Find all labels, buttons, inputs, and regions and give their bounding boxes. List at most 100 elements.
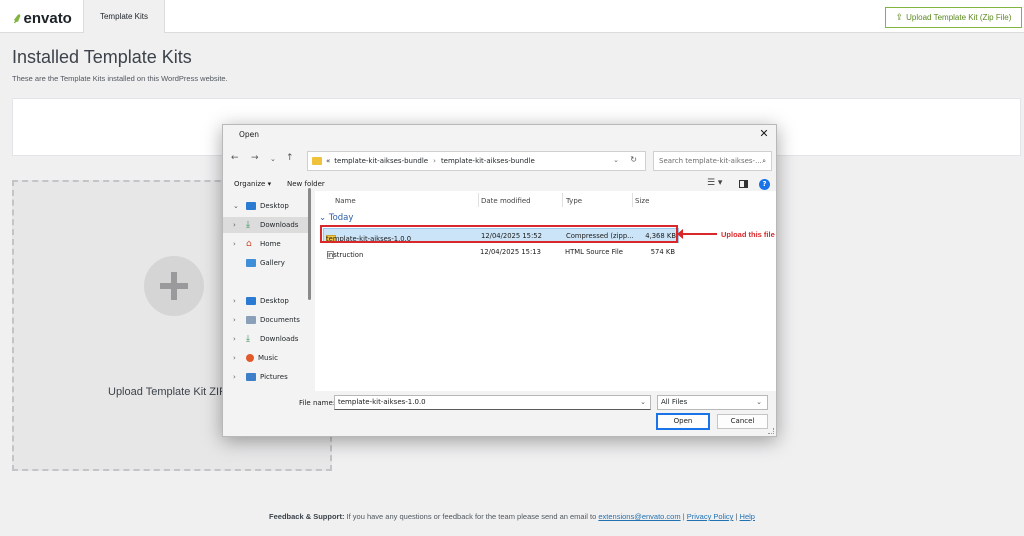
nav-item-desktop[interactable]: ⌄ Desktop [223, 198, 311, 214]
upload-icon: ⇪ [895, 12, 904, 22]
back-arrow-icon[interactable]: ← [231, 153, 239, 163]
annotation-label: Upload this file [721, 230, 775, 239]
nav-scrollbar[interactable] [308, 188, 311, 300]
cancel-button[interactable]: Cancel [717, 414, 768, 429]
nav-label: Desktop [260, 202, 289, 210]
help-icon[interactable]: ? [759, 179, 770, 190]
address-row: ← → ⌄ ↑ « template-kit-aikses-bundle › t… [223, 149, 776, 171]
chevron-down-icon[interactable]: ⌄ [640, 396, 646, 409]
arrow-left-icon [677, 229, 717, 239]
support-email-link[interactable]: extensions@envato.com [598, 512, 680, 521]
chevron-right-icon[interactable]: › [233, 373, 241, 381]
privacy-policy-link[interactable]: Privacy Policy [687, 512, 734, 521]
nav-label: Downloads [260, 221, 299, 229]
gallery-icon [246, 259, 256, 267]
search-icon: ⌕ [762, 157, 766, 165]
organize-label: Organize [234, 180, 266, 188]
logo-text: envato [23, 10, 72, 27]
pictures-icon [246, 373, 256, 381]
breadcrumb-chevron-icon: › [433, 157, 436, 165]
chevron-right-icon[interactable]: › [233, 354, 241, 362]
nav-item-desktop-pc[interactable]: › Desktop [223, 293, 311, 309]
nav-label: Documents [260, 316, 300, 324]
desktop-icon [246, 202, 256, 210]
chevron-down-icon[interactable]: ⌄ [756, 396, 762, 409]
column-header-size[interactable]: Size [635, 197, 649, 205]
chevron-right-icon[interactable]: › [233, 316, 241, 324]
chevron-right-icon[interactable]: › [233, 297, 241, 305]
nav-item-gallery[interactable]: Gallery [223, 255, 311, 271]
group-label: Today [328, 213, 354, 223]
desktop-icon [246, 297, 256, 305]
nav-item-downloads-pc[interactable]: › ⤓ Downloads [223, 331, 311, 347]
nav-label: Music [258, 354, 278, 362]
footer-text: If you have any questions or feedback fo… [344, 512, 599, 521]
nav-item-music[interactable]: › Music [223, 350, 311, 366]
footer-prefix: Feedback & Support: [269, 512, 345, 521]
chevron-down-icon[interactable]: ⌄ [233, 202, 241, 210]
documents-icon [246, 316, 256, 324]
up-arrow-icon[interactable]: ↑ [286, 153, 294, 163]
new-folder-button[interactable]: New folder [287, 180, 325, 188]
search-input[interactable]: Search template-kit-aikses-... ⌕ [653, 151, 772, 171]
path-overflow[interactable]: « [326, 157, 330, 165]
breadcrumb-segment[interactable]: template-kit-aikses-bundle [334, 157, 428, 165]
breadcrumb-segment[interactable]: template-kit-aikses-bundle [441, 157, 535, 165]
navigation-pane: ⌄ Desktop › ⤓ Downloads › ⌂ Home Gallery… [223, 195, 313, 390]
organize-menu[interactable]: Organize ▾ [234, 180, 271, 188]
column-header-name[interactable]: Name [335, 197, 356, 205]
nav-item-downloads[interactable]: › ⤓ Downloads [223, 217, 311, 233]
column-header-type[interactable]: Type [566, 197, 582, 205]
column-divider[interactable] [478, 193, 479, 207]
home-icon: ⌂ [246, 239, 252, 249]
page-title: Installed Template Kits [12, 47, 192, 67]
file-type-filter[interactable]: All Files ⌄ [657, 395, 768, 410]
filename-label: File name: [299, 399, 336, 407]
chevron-down-icon[interactable]: ⌄ [613, 156, 619, 164]
chevron-right-icon[interactable]: › [233, 335, 241, 343]
file-type: HTML Source File [565, 248, 623, 256]
recent-chevron-icon[interactable]: ⌄ [270, 155, 276, 163]
column-header-date[interactable]: Date modified [481, 197, 531, 205]
address-bar[interactable]: « template-kit-aikses-bundle › template-… [307, 151, 646, 171]
file-row-html[interactable]: instruction 12/04/2025 15:13 HTML Source… [323, 245, 679, 260]
file-size: 574 KB [650, 248, 675, 256]
column-divider[interactable] [632, 193, 633, 207]
nav-item-home[interactable]: › ⌂ Home [223, 236, 311, 252]
filter-value: All Files [661, 398, 688, 406]
nav-label: Pictures [260, 373, 288, 381]
column-divider[interactable] [562, 193, 563, 207]
envato-leaf-icon: ⸙ [12, 10, 23, 26]
music-icon [246, 354, 254, 362]
filename-value: template-kit-aikses-1.0.0 [338, 398, 426, 406]
group-header-today[interactable]: ⌄ Today [319, 213, 353, 223]
refresh-icon[interactable]: ↻ [630, 155, 637, 164]
nav-item-pictures[interactable]: › Pictures [223, 369, 311, 385]
page-description: These are the Template Kits installed on… [12, 74, 228, 83]
upload-button-label: Upload Template Kit (Zip File) [906, 13, 1012, 22]
nav-label: Downloads [260, 335, 299, 343]
chevron-right-icon[interactable]: › [233, 240, 241, 248]
help-link[interactable]: Help [740, 512, 755, 521]
filename-input[interactable]: template-kit-aikses-1.0.0 ⌄ [334, 395, 651, 410]
preview-pane-icon[interactable] [739, 180, 748, 188]
forward-arrow-icon[interactable]: → [251, 153, 259, 163]
nav-label: Desktop [260, 297, 289, 305]
tab-template-kits[interactable]: Template Kits [83, 0, 165, 33]
nav-item-documents[interactable]: › Documents [223, 312, 311, 328]
resize-grip-icon[interactable] [768, 428, 774, 434]
download-icon: ⤓ [246, 220, 250, 230]
footer: Feedback & Support: If you have any ques… [0, 512, 1024, 521]
nav-label: Home [260, 240, 281, 248]
folder-icon [312, 157, 322, 165]
upload-template-kit-button[interactable]: ⇪ Upload Template Kit (Zip File) [885, 7, 1022, 28]
dialog-title: Open [239, 130, 260, 139]
nav-label: Gallery [260, 259, 285, 267]
open-button[interactable]: Open [656, 413, 710, 430]
download-icon: ⤓ [246, 334, 250, 344]
close-icon[interactable]: ✕ [758, 127, 770, 140]
top-bar: ⸙ envato Template Kits ⇪ Upload Template… [0, 0, 1024, 33]
chevron-right-icon[interactable]: › [233, 221, 241, 229]
envato-logo[interactable]: ⸙ envato [12, 9, 72, 28]
view-menu-icon[interactable]: ☰ ▾ [707, 178, 722, 188]
